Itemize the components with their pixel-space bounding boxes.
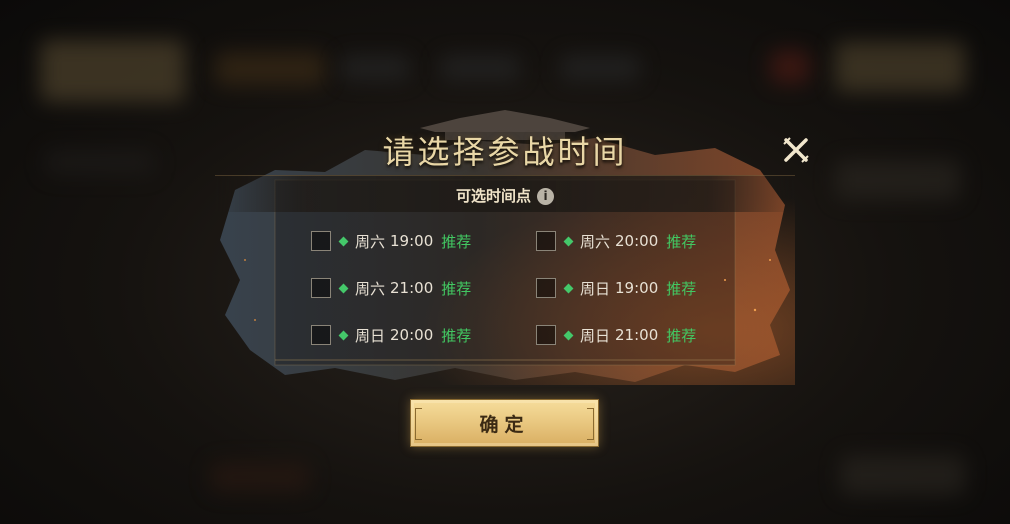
background-hud-blur xyxy=(215,52,325,86)
slot-time: 21:00 xyxy=(615,326,659,344)
time-slot-option[interactable]: 周日 21:00 推荐 xyxy=(536,322,696,348)
dialog-title: 请选择参战时间 xyxy=(382,133,628,171)
info-icon[interactable]: i xyxy=(537,188,554,205)
time-slot-option[interactable]: 周六 21:00 推荐 xyxy=(311,275,471,301)
slot-day: 周六 xyxy=(355,279,386,298)
slot-checkbox[interactable] xyxy=(311,325,331,345)
background-hud-blur xyxy=(770,50,810,84)
time-slot-option[interactable]: 周六 20:00 推荐 xyxy=(536,228,696,254)
time-slot-option[interactable]: 周日 20:00 推荐 xyxy=(311,322,471,348)
slot-day: 周六 xyxy=(355,232,386,251)
green-diamond-icon xyxy=(563,330,574,340)
close-button[interactable] xyxy=(780,134,812,166)
slot-checkbox[interactable] xyxy=(311,278,331,298)
slot-time: 19:00 xyxy=(615,279,659,297)
recommend-tag: 推荐 xyxy=(441,279,472,298)
game-screen: 请选择参战时间 可选时间点 i 周六 19:00 推荐 周六 20:00 推荐 周… xyxy=(0,0,1010,524)
background-hud-blur xyxy=(835,42,965,92)
close-x-icon xyxy=(783,137,809,163)
green-diamond-icon xyxy=(563,236,574,246)
slot-checkbox[interactable] xyxy=(536,231,556,251)
slot-day: 周日 xyxy=(580,326,611,345)
background-hud-blur xyxy=(40,40,185,102)
background-hud-blur xyxy=(440,55,520,81)
time-slot-option[interactable]: 周六 19:00 推荐 xyxy=(311,228,471,254)
subtitle-row: 可选时间点 i xyxy=(0,185,1010,206)
slot-checkbox[interactable] xyxy=(536,325,556,345)
recommend-tag: 推荐 xyxy=(666,279,697,298)
recommend-tag: 推荐 xyxy=(441,326,472,345)
recommend-tag: 推荐 xyxy=(666,232,697,251)
slot-time: 20:00 xyxy=(615,232,659,250)
slot-time: 21:00 xyxy=(390,279,434,297)
recommend-tag: 推荐 xyxy=(666,326,697,345)
slot-day: 周日 xyxy=(580,279,611,298)
green-diamond-icon xyxy=(563,283,574,293)
background-hud-blur xyxy=(210,462,310,492)
green-diamond-icon xyxy=(338,236,349,246)
recommend-tag: 推荐 xyxy=(441,232,472,251)
background-hud-blur xyxy=(840,455,965,495)
time-slot-option[interactable]: 周日 19:00 推荐 xyxy=(536,275,696,301)
slot-checkbox[interactable] xyxy=(536,278,556,298)
green-diamond-icon xyxy=(338,330,349,340)
slot-time: 19:00 xyxy=(390,232,434,250)
confirm-button-label: 确定 xyxy=(479,413,530,436)
subtitle-label: 可选时间点 xyxy=(455,187,531,205)
slot-time: 20:00 xyxy=(390,326,434,344)
background-hud-blur xyxy=(340,55,410,81)
slot-checkbox[interactable] xyxy=(311,231,331,251)
slot-day: 周六 xyxy=(580,232,611,251)
confirm-button[interactable]: 确定 xyxy=(410,399,599,447)
green-diamond-icon xyxy=(338,283,349,293)
background-hud-blur xyxy=(560,55,640,81)
slot-day: 周日 xyxy=(355,326,386,345)
